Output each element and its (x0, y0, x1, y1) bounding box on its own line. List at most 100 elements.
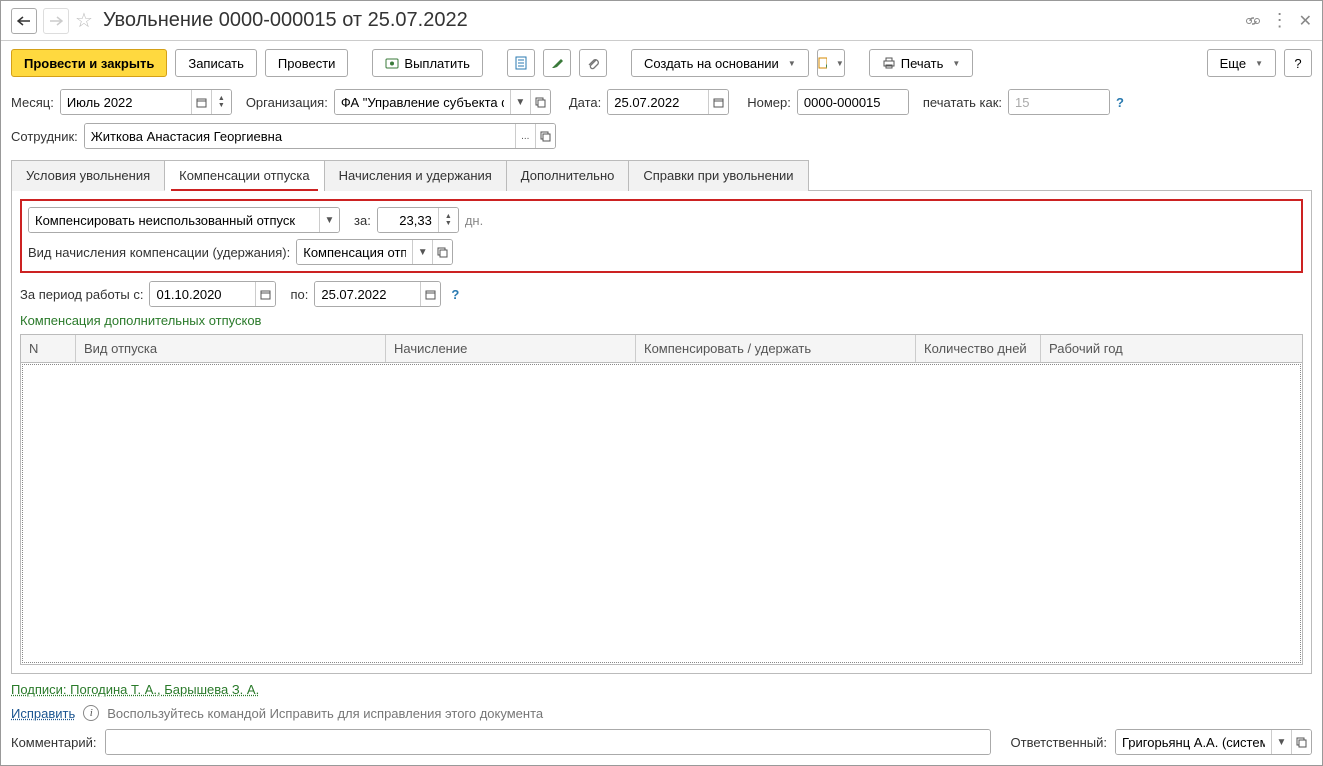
open-icon (1296, 737, 1307, 748)
calc-type-input-group: ▼ (296, 239, 453, 265)
period-to-label: по: (290, 287, 308, 302)
save-button[interactable]: Записать (175, 49, 257, 77)
date-input-group (607, 89, 729, 115)
number-label: Номер: (747, 95, 791, 110)
comment-input[interactable] (106, 730, 990, 754)
col-accrual[interactable]: Начисление (386, 335, 636, 362)
calendar-icon (425, 289, 436, 300)
period-from-label: За период работы с: (20, 287, 143, 302)
calc-type-label: Вид начисления компенсации (удержания): (28, 245, 290, 260)
calc-type-dropdown-button[interactable]: ▼ (412, 240, 432, 264)
days-spinner-button[interactable]: ▲▼ (438, 208, 458, 232)
menu-dots-icon[interactable]: ⋮ (1271, 10, 1289, 31)
print-as-help-icon[interactable]: ? (1116, 95, 1124, 110)
highlighter-icon (550, 56, 564, 70)
tab-compensation[interactable]: Компенсации отпуска (164, 160, 325, 191)
nav-back-button[interactable] (11, 8, 37, 34)
fix-row: Исправить i Воспользуйтесь командой Испр… (1, 701, 1322, 725)
org-input-group: ▼ (334, 89, 551, 115)
create-based-button[interactable]: Создать на основании (631, 49, 809, 77)
calendar-icon (713, 97, 724, 108)
tab-accruals[interactable]: Начисления и удержания (324, 160, 507, 191)
toolbar: Провести и закрыть Записать Провести Вып… (1, 41, 1322, 85)
col-work-year[interactable]: Рабочий год (1041, 335, 1302, 362)
tab-conditions[interactable]: Условия увольнения (11, 160, 165, 191)
form-row-1: Месяц: ▲▼ Организация: ▼ Дата: Номер: (1, 85, 1322, 119)
org-input[interactable] (335, 90, 510, 114)
more-button[interactable]: Еще (1207, 49, 1276, 77)
print-as-input[interactable] (1009, 90, 1109, 114)
open-icon (540, 131, 551, 142)
period-from-calendar-button[interactable] (255, 282, 275, 306)
info-icon: i (83, 705, 99, 721)
favorite-star-icon[interactable]: ☆ (75, 8, 93, 33)
responsible-open-button[interactable] (1291, 730, 1311, 754)
days-input[interactable] (378, 208, 438, 232)
employee-label: Сотрудник: (11, 129, 78, 144)
paperclip-icon (586, 56, 600, 70)
money-icon (385, 56, 399, 70)
calc-type-open-button[interactable] (432, 240, 452, 264)
employee-select-button[interactable]: ... (515, 124, 535, 148)
post-and-close-button[interactable]: Провести и закрыть (11, 49, 167, 77)
responsible-input-group: ▼ (1115, 729, 1312, 755)
days-input-group: ▲▼ (377, 207, 459, 233)
print-as-input-group (1008, 89, 1110, 115)
attachment-icon-button[interactable] (579, 49, 607, 77)
col-days-count[interactable]: Количество дней (916, 335, 1041, 362)
col-vacation-type[interactable]: Вид отпуска (76, 335, 386, 362)
tab-content: ▼ за: ▲▼ дн. Вид начисления компенсации … (11, 191, 1312, 674)
compensate-dropdown[interactable] (29, 208, 319, 232)
signatures-link[interactable]: Подписи: Погодина Т. А., Барышева З. А. (11, 682, 259, 697)
period-to-input[interactable] (315, 282, 420, 306)
extra-compensation-link[interactable]: Компенсация дополнительных отпусков (20, 313, 261, 328)
period-to-group (314, 281, 441, 307)
print-as-label: печатать как: (923, 95, 1002, 110)
post-button[interactable]: Провести (265, 49, 349, 77)
calendar-icon (260, 289, 271, 300)
employee-open-button[interactable] (535, 124, 555, 148)
period-to-calendar-button[interactable] (420, 282, 440, 306)
print-button[interactable]: Печать (869, 49, 974, 77)
month-input[interactable] (61, 90, 191, 114)
table-header: N Вид отпуска Начисление Компенсировать … (21, 335, 1302, 363)
compensate-dropdown-group: ▼ (28, 207, 340, 233)
employee-input[interactable] (85, 124, 515, 148)
period-help-icon[interactable]: ? (451, 287, 459, 302)
titlebar: ☆ Увольнение 0000-000015 от 25.07.2022 ⋮… (1, 1, 1322, 41)
period-from-input[interactable] (150, 282, 255, 306)
col-compensate[interactable]: Компенсировать / удержать (636, 335, 916, 362)
highlighter-icon-button[interactable] (543, 49, 571, 77)
close-icon[interactable]: ✕ (1299, 11, 1312, 31)
org-label: Организация: (246, 95, 328, 110)
tab-additional[interactable]: Дополнительно (506, 160, 630, 191)
transfer-icon (818, 56, 827, 70)
arrow-right-icon (49, 16, 63, 26)
pay-button[interactable]: Выплатить (372, 49, 483, 77)
document-icon (514, 56, 528, 70)
date-input[interactable] (608, 90, 708, 114)
month-calendar-button[interactable] (191, 90, 211, 114)
calendar-icon (196, 97, 207, 108)
comment-input-group (105, 729, 991, 755)
org-open-button[interactable] (530, 90, 550, 114)
compensation-table: N Вид отпуска Начисление Компенсировать … (20, 334, 1303, 665)
nav-forward-button[interactable] (43, 8, 69, 34)
org-dropdown-button[interactable]: ▼ (510, 90, 530, 114)
fix-link[interactable]: Исправить (11, 706, 75, 721)
link-icon[interactable] (1245, 13, 1261, 29)
tab-certificates[interactable]: Справки при увольнении (628, 160, 808, 191)
responsible-input[interactable] (1116, 730, 1271, 754)
page-title: Увольнение 0000-000015 от 25.07.2022 (103, 9, 468, 32)
calc-type-input[interactable] (297, 240, 412, 264)
help-button[interactable]: ? (1284, 49, 1312, 77)
number-input[interactable] (798, 90, 908, 114)
month-spinner-button[interactable]: ▲▼ (211, 90, 231, 114)
document-icon-button[interactable] (507, 49, 535, 77)
data-transfer-icon-button[interactable] (817, 49, 845, 77)
responsible-dropdown-button[interactable]: ▼ (1271, 730, 1291, 754)
table-body[interactable] (22, 364, 1301, 663)
date-calendar-button[interactable] (708, 90, 728, 114)
col-n[interactable]: N (21, 335, 76, 362)
compensate-dropdown-button[interactable]: ▼ (319, 208, 339, 232)
